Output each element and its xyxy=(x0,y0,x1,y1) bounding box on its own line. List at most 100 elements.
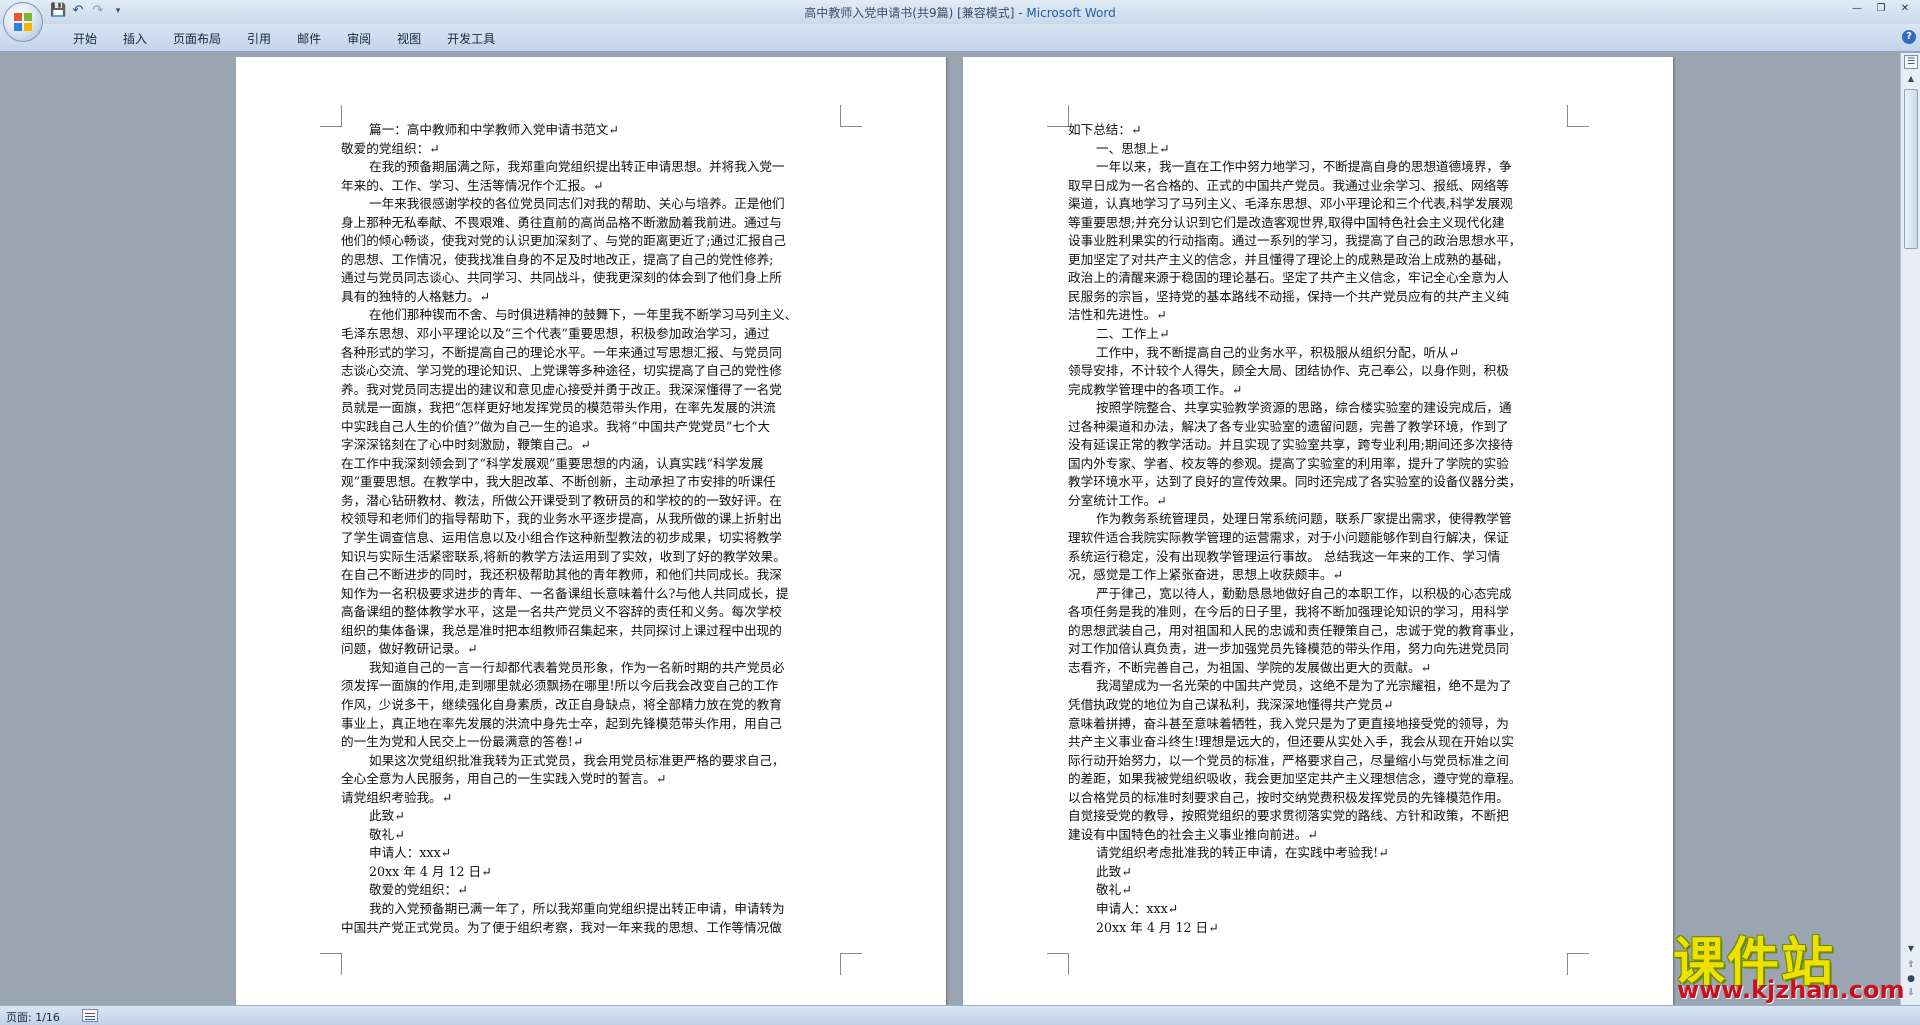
paragraph-line[interactable]: 各种形式的学习，不断提高自己的理论水平。一年来通过写思想汇报、与党员同 xyxy=(341,344,841,363)
page-text[interactable]: 篇一：高中教师和中学教师入党申请书范文↵ 敬爱的党组织：↵ 在我的预备期届满之际，我… xyxy=(341,121,841,937)
paragraph-line[interactable]: 志看齐，不断完善自己，为祖国、学院的发展做出更大的贡献。↵ xyxy=(1068,659,1568,678)
paragraph-line[interactable]: 更加坚定了对共产主义的信念，并且懂得了理论上的成熟是政治上成熟的基础， xyxy=(1068,251,1568,270)
paragraph-line[interactable]: 对工作加倍认真负责，进一步加强党员先锋模范的带头作用，努力向先进党员同 xyxy=(1068,640,1568,659)
paragraph-line[interactable]: 在工作中我深刻领会到了“科学发展观”重要思想的内涵，认真实践“科学发展 xyxy=(341,455,841,474)
document-page-left[interactable]: 篇一：高中教师和中学教师入党申请书范文↵ 敬爱的党组织：↵ 在我的预备期届满之际，我… xyxy=(236,57,946,1005)
paragraph-line[interactable]: 了学生调查信息、运用信息以及小组合作这种新型教法的初步成果，切实将教学 xyxy=(341,529,841,548)
office-button[interactable] xyxy=(3,2,43,42)
paragraph-line[interactable]: 作为教务系统管理员，处理日常系统问题，联系厂家提出需求，使得教学管 xyxy=(1068,510,1568,529)
tab-mailings[interactable]: 邮件 xyxy=(284,30,334,48)
paragraph-line[interactable]: 敬礼↵ xyxy=(341,826,841,845)
paragraph-line[interactable]: 此致↵ xyxy=(1068,863,1568,882)
paragraph-line[interactable]: 洁性和先进性。↵ xyxy=(1068,306,1568,325)
paragraph-line[interactable]: 我知道自己的一言一行却都代表着党员形象，作为一名新时期的共产党员必 xyxy=(341,659,841,678)
tab-page-layout[interactable]: 页面布局 xyxy=(160,30,234,48)
scroll-thumb[interactable] xyxy=(1904,89,1918,249)
paragraph-line[interactable]: 过各种渠道和办法，解决了各专业实验室的遗留问题，完善了教学环境，作到了 xyxy=(1068,418,1568,437)
document-area[interactable]: 篇一：高中教师和中学教师入党申请书范文↵ 敬爱的党组织：↵ 在我的预备期届满之际，我… xyxy=(0,53,1900,1005)
paragraph-line[interactable]: 共产主义事业奋斗终生!理想是远大的，但还要从实处入手，我会从现在开始以实 xyxy=(1068,733,1568,752)
paragraph-line[interactable]: 志谈心交流、学习党的理论知识、上党课等多种途径，切实提高了自己的党性修 xyxy=(341,362,841,381)
minimize-icon[interactable]: — xyxy=(1848,2,1866,16)
paragraph-line[interactable]: 申请人：xxx↵ xyxy=(1068,900,1568,919)
paragraph-line[interactable]: 在自己不断进步的同时，我还积极帮助其他的青年教师，和他们共同成长。我深 xyxy=(341,566,841,585)
paragraph-line[interactable]: 工作中，我不断提高自己的业务水平，积极服从组织分配，听从↵ xyxy=(1068,344,1568,363)
paragraph-line[interactable]: 毛泽东思想、邓小平理论以及“三个代表”重要思想，积极参加政治学习，通过 xyxy=(341,325,841,344)
vertical-scrollbar[interactable]: ☰ ▲ ▼ ⇧ ● ⇩ xyxy=(1900,53,1920,1005)
paragraph-line[interactable]: 20xx 年 4 月 12 日↵ xyxy=(341,863,841,882)
paragraph-line[interactable]: 事业上，真正地在率先发展的洪流中身先士卒，起到先锋模范带头作用，用自己 xyxy=(341,715,841,734)
paragraph-line[interactable]: 的思想武装自己，用对祖国和人民的忠诚和责任鞭策自己，忠诚于党的教育事业， xyxy=(1068,622,1568,641)
paragraph-line[interactable]: 中实践自己人生的价值?”做为自己一生的追求。我将“中国共产党党员”七个大 xyxy=(341,418,841,437)
paragraph-line[interactable]: 二、工作上↵ xyxy=(1068,325,1568,344)
paragraph-line[interactable]: 养。我对党员同志提出的建议和意见虚心接受并勇于改正。我深深懂得了一名党 xyxy=(341,381,841,400)
paragraph-line[interactable]: 自觉接受党的教导，按照党组织的要求贯彻落实党的路线、方针和政策，不断把 xyxy=(1068,807,1568,826)
paragraph-line[interactable]: 的差距，如果我被党组织吸收，我会更加坚定共产主义理想信念，遵守党的章程。 xyxy=(1068,770,1568,789)
paragraph-line[interactable]: 的一生为党和人民交上一份最满意的答卷!↵ xyxy=(341,733,841,752)
paragraph-line[interactable]: 渠道，认真地学习了马列主义、毛泽东思想、邓小平理论和三个代表,科学发展观 xyxy=(1068,195,1568,214)
paragraph-line[interactable]: 一年来我很感谢学校的各位党员同志们对我的帮助、关心与培养。正是他们 xyxy=(341,195,841,214)
paragraph-line[interactable]: 通过与党员同志谈心、共同学习、共同战斗，使我更深刻的体会到了他们身上所 xyxy=(341,269,841,288)
paragraph-line[interactable]: 作风，少说多干，继续强化自身素质，改正自身缺点，将全部精力放在党的教育 xyxy=(341,696,841,715)
paragraph-line[interactable]: 国内外专家、学者、校友等的参观。提高了实验室的利用率，提升了学院的实验 xyxy=(1068,455,1568,474)
paragraph-line[interactable]: 以合格党员的标准时刻要求自己，按时交纳党费积极发挥党员的先锋模范作用。 xyxy=(1068,789,1568,808)
paragraph-line[interactable]: 的思想、工作情况，使我找准自身的不足及时地改正，提高了自己的党性修养; xyxy=(341,251,841,270)
paragraph-line[interactable]: 字深深铭刻在了心中时刻激励，鞭策自己。↵ xyxy=(341,436,841,455)
paragraph-line[interactable]: 政治上的清醒来源于稳固的理论基石。坚定了共产主义信念，牢记全心全意为人 xyxy=(1068,269,1568,288)
paragraph-line[interactable]: 此致↵ xyxy=(341,807,841,826)
paragraph-line[interactable]: 须发挥一面旗的作用,走到哪里就必须飘扬在哪里!所以今后我会改变自己的工作 xyxy=(341,677,841,696)
paragraph-line[interactable]: 身上那种无私奉献、不畏艰难、勇往直前的高尚品格不断激励着我前进。通过与 xyxy=(341,214,841,233)
page-count[interactable]: 页面: 1/16 xyxy=(6,1009,60,1025)
paragraph-line[interactable]: 领导安排，不计较个人得失，顾全大局、团结协作、克己奉公，以身作则，积极 xyxy=(1068,362,1568,381)
paragraph-line[interactable]: 况，感觉是工作上紧张奋进，思想上收获颇丰。↵ xyxy=(1068,566,1568,585)
paragraph-line[interactable]: 请党组织考虑批准我的转正申请，在实践中考验我!↵ xyxy=(1068,844,1568,863)
paragraph-line[interactable]: 具有的独特的人格魅力。↵ xyxy=(341,288,841,307)
paragraph-line[interactable]: 20xx 年 4 月 12 日↵ xyxy=(1068,919,1568,938)
paragraph-line[interactable]: 分室统计工作。↵ xyxy=(1068,492,1568,511)
tab-insert[interactable]: 插入 xyxy=(110,30,160,48)
paragraph-line[interactable]: 知识与实际生活紧密联系,将新的教学方法运用到了实效，收到了好的教学效果。 xyxy=(341,548,841,567)
paragraph-line[interactable]: 他们的倾心畅谈，使我对党的认识更加深刻了、与党的距离更近了;通过汇报自己 xyxy=(341,232,841,251)
paragraph-line[interactable]: 务，潜心钻研教材、教法，所做公开课受到了教研员的和学校的的一致好评。在 xyxy=(341,492,841,511)
paragraph-line[interactable]: 全心全意为人民服务，用自己的一生实践入党时的誓言。↵ xyxy=(341,770,841,789)
page-text[interactable]: 如下总结：↵ 一、思想上↵ 一年以来，我一直在工作中努力地学习，不断提高自身的思想道… xyxy=(1068,121,1568,937)
paragraph-line[interactable]: 严于律己，宽以待人，勤勤恳恳地做好自己的本职工作，以积极的心态完成 xyxy=(1068,585,1568,604)
paragraph-line[interactable]: 如下总结：↵ xyxy=(1068,121,1568,140)
paragraph-line[interactable]: 意味着拼搏，奋斗甚至意味着牺牲，我入党只是为了更直接地接受党的领导，为 xyxy=(1068,715,1568,734)
paragraph-line[interactable]: 敬爱的党组织：↵ xyxy=(341,881,841,900)
paragraph-line[interactable]: 知作为一名积极要求进步的青年、一名备课组长意味着什么?与他人共同成长，提 xyxy=(341,585,841,604)
paragraph-line[interactable]: 际行动开始努力，以一个党员的标准，严格要求自己，尽量缩小与党员标准之间 xyxy=(1068,752,1568,771)
paragraph-line[interactable]: 敬礼↵ xyxy=(1068,881,1568,900)
paragraph-line[interactable]: 在我的预备期届满之际，我郑重向党组织提出转正申请思想。并将我入党一 xyxy=(341,158,841,177)
paragraph-line[interactable]: 观”重要思想。在教学中，我大胆改革、不断创新，主动承担了市安排的听课任 xyxy=(341,473,841,492)
paragraph-line[interactable]: 没有延误正常的教学活动。并且实现了实验室共享，跨专业利用;期间还多次接待 xyxy=(1068,436,1568,455)
paragraph-line[interactable]: 教学环境水平，达到了良好的宣传效果。同时还完成了各实验室的设备仪器分类， xyxy=(1068,473,1568,492)
tab-references[interactable]: 引用 xyxy=(234,30,284,48)
paragraph-line[interactable]: 高备课组的整体教学水平，这是一名共产党员义不容辞的责任和义务。每次学校 xyxy=(341,603,841,622)
paragraph-line[interactable]: 按照学院整合、共享实验教学资源的思路，综合楼实验室的建设完成后，通 xyxy=(1068,399,1568,418)
paragraph-line[interactable]: 一、思想上↵ xyxy=(1068,140,1568,159)
paragraph-line[interactable]: 民服务的宗旨，坚持党的基本路线不动摇，保持一个共产党员应有的共产主义纯 xyxy=(1068,288,1568,307)
paragraph-line[interactable]: 系统运行稳定，没有出现教学管理运行事故。 总结我这一年来的工作、学习情 xyxy=(1068,548,1568,567)
paragraph-line[interactable]: 申请人：xxx↵ xyxy=(341,844,841,863)
paragraph-line[interactable]: 取早日成为一名合格的、正式的中国共产党员。我通过业余学习、报纸、网络等 xyxy=(1068,177,1568,196)
close-icon[interactable]: ✕ xyxy=(1896,2,1914,16)
paragraph-line[interactable]: 如果这次党组织批准我转为正式党员，我会用党员标准更严格的要求自己， xyxy=(341,752,841,771)
tab-view[interactable]: 视图 xyxy=(384,30,434,48)
paragraph-line[interactable]: 敬爱的党组织：↵ xyxy=(341,140,841,159)
paragraph-line[interactable]: 等重要思想;并充分认识到它们是改造客观世界,取得中国特色社会主义现代化建 xyxy=(1068,214,1568,233)
paragraph-line[interactable]: 年来的、工作、学习、生活等情况作个汇报。↵ xyxy=(341,177,841,196)
paragraph-line[interactable]: 校领导和老师们的指导帮助下，我的业务水平逐步提高，从我所做的课上折射出 xyxy=(341,510,841,529)
paragraph-line[interactable]: 我渴望成为一名光荣的中国共产党员，这绝不是为了光宗耀祖，绝不是为了 xyxy=(1068,677,1568,696)
paragraph-line[interactable]: 篇一：高中教师和中学教师入党申请书范文↵ xyxy=(341,121,841,140)
paragraph-line[interactable]: 在他们那种锲而不舍、与时俱进精神的鼓舞下，一年里我不断学习马列主义、 xyxy=(341,306,841,325)
scroll-up-icon[interactable]: ▲ xyxy=(1904,73,1918,85)
paragraph-line[interactable]: 设事业胜利果实的行动指南。通过一系列的学习，我提高了自己的政治思想水平， xyxy=(1068,232,1568,251)
paragraph-line[interactable]: 一年以来，我一直在工作中努力地学习，不断提高自身的思想道德境界，争 xyxy=(1068,158,1568,177)
view-ruler-icon[interactable]: ☰ xyxy=(1904,55,1918,69)
tab-home[interactable]: 开始 xyxy=(60,30,110,48)
tab-developer[interactable]: 开发工具 xyxy=(434,30,508,48)
paragraph-line[interactable]: 中国共产党正式党员。为了便于组织考察，我对一年来我的思想、工作等情况做 xyxy=(341,919,841,938)
paragraph-line[interactable]: 理软件适合我院实际教学管理的运营需求，对于小问题能够作到自行解决，保证 xyxy=(1068,529,1568,548)
paragraph-line[interactable]: 问题，做好教研记录。↵ xyxy=(341,640,841,659)
paragraph-line[interactable]: 请党组织考验我。↵ xyxy=(341,789,841,808)
